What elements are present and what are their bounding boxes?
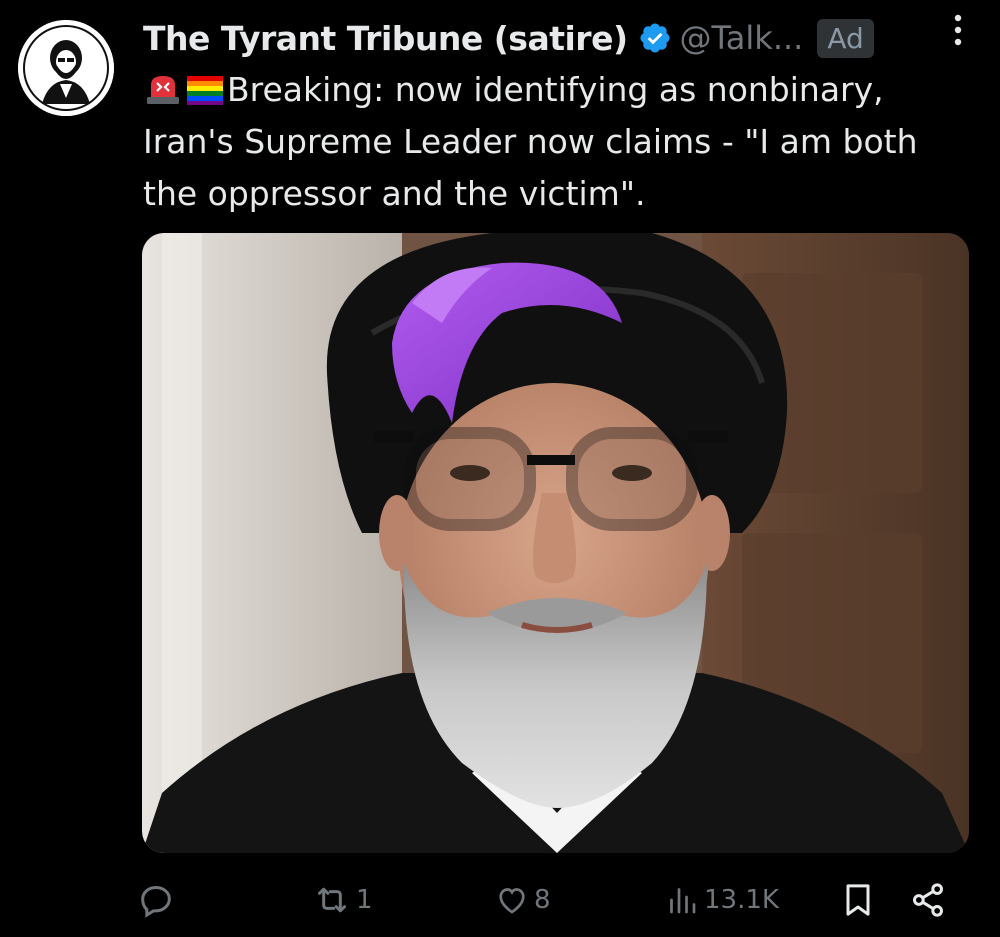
share-button[interactable] [908, 872, 948, 928]
tweet-text-line-2: Iran's Supreme Leader now claims - "I am… [143, 122, 918, 161]
bookmark-button[interactable] [838, 872, 878, 928]
siren-emoji [143, 68, 183, 104]
tweet-media-image[interactable] [142, 233, 969, 853]
repost-button[interactable]: 1 [312, 872, 373, 928]
display-name[interactable]: The Tyrant Tribune (satire) [143, 19, 628, 58]
bookmark-icon [838, 880, 878, 920]
repost-count: 1 [356, 885, 373, 915]
portrait-illustration [142, 233, 969, 853]
tweet-card[interactable]: The Tyrant Tribune (satire) @Talk... Ad [0, 0, 1000, 937]
avatar[interactable] [18, 20, 114, 116]
views-icon [664, 882, 700, 918]
like-button[interactable]: 8 [494, 872, 551, 928]
views-button[interactable]: 13.1K [664, 872, 779, 928]
views-count: 13.1K [704, 885, 779, 915]
verified-badge-icon [638, 21, 672, 55]
reply-button[interactable] [136, 872, 180, 928]
tweet-text: Breaking: now identifying as nonbinary, … [143, 64, 983, 220]
tweet-header: The Tyrant Tribune (satire) @Talk... Ad [143, 12, 983, 64]
avatar-logo [18, 20, 114, 116]
tweet-action-bar: 1 8 13.1K [0, 872, 1000, 928]
tweet-text-line-3: the oppressor and the victim". [143, 174, 646, 213]
repost-icon [312, 880, 352, 920]
user-handle[interactable]: @Talk... [680, 19, 804, 57]
tweet-text-line-1: Breaking: now identifying as nonbinary, [143, 64, 983, 116]
more-options-icon[interactable] [948, 12, 968, 48]
reply-icon [136, 880, 176, 920]
heart-icon [494, 882, 530, 918]
ad-badge: Ad [817, 18, 874, 58]
share-icon [908, 880, 948, 920]
like-count: 8 [534, 885, 551, 915]
tweet-text-content-1: Breaking: now identifying as nonbinary, [227, 70, 884, 109]
rainbow-flag-emoji [185, 68, 225, 105]
